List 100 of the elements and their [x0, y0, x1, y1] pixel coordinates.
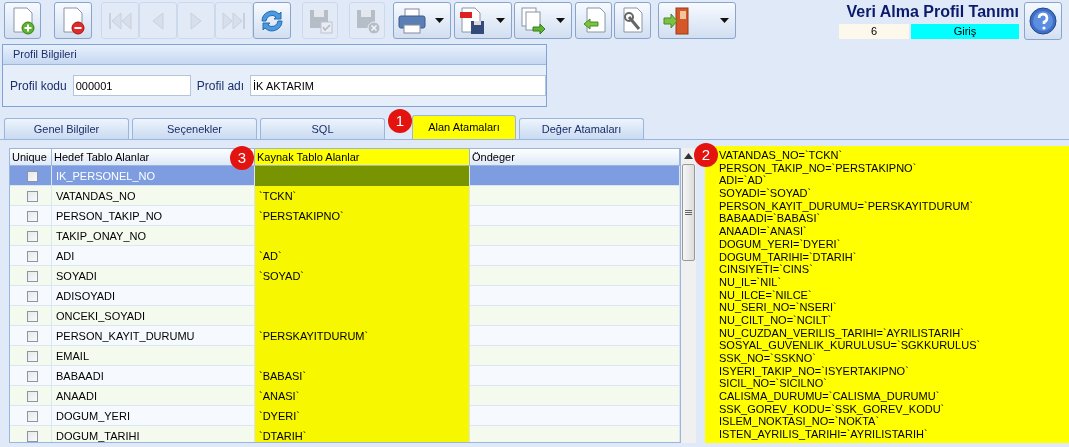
dropdown-caret-icon	[496, 18, 505, 23]
text-line: NU_ILCE=`NILCE`	[719, 288, 813, 302]
tab[interactable]: Değer Atamaları	[519, 118, 644, 139]
text-line: ANAADI=`ANASI`	[719, 225, 808, 238]
text-line: CALISMA_DURUMU=`CALISMA_DURUMU`	[719, 390, 941, 403]
text-line: VATANDAS_NO=`TCKN`	[719, 149, 844, 162]
toolbar-button[interactable]	[658, 2, 736, 39]
dropdown-caret-icon	[720, 18, 729, 23]
table-cell: `SOYAD`	[259, 270, 305, 282]
table-cell: SOYADI	[56, 270, 97, 282]
table-cell: PERSON_KAYIT_DURUMU	[56, 330, 195, 342]
table-cell: ONCEKI_SOYADI	[56, 310, 146, 322]
table-row[interactable]: PERSON_TAKIP_NO `PERSTAKIPNO`	[10, 206, 680, 226]
number-badge: 3	[230, 146, 254, 170]
number-badge: 1	[388, 109, 412, 133]
text-line: ADI=`AD`	[719, 174, 768, 188]
checkbox[interactable]	[27, 310, 38, 322]
table-row[interactable]: VATANDAS_NO `TCKN`	[10, 186, 680, 206]
table-cell: `DYERI`	[259, 410, 300, 422]
table-cell: EMAIL	[56, 350, 89, 362]
table-row[interactable]: DOGUM_YERI `DYERI`	[10, 406, 680, 426]
table-cell: `ANASI`	[259, 390, 300, 402]
text-line: ISTEN_AYRILIS_TARIHI=`AYRILISTARIH`	[719, 428, 929, 441]
table-cell: `AD`	[259, 250, 282, 262]
field-label: Profil adı	[196, 77, 245, 95]
column-header[interactable]: Kaynak Tablo Alanlar	[255, 149, 470, 165]
text-line: NU_CUZDAN_VERILIS_TARIHI=`AYRILISTARIH`	[719, 326, 965, 340]
toolbar-button[interactable]	[4, 2, 41, 39]
checkbox[interactable]	[27, 370, 38, 382]
table-cell: `PERSTAKIPNO`	[259, 210, 344, 222]
toolbar-button[interactable]	[614, 2, 651, 39]
number-badge: 2	[694, 143, 718, 167]
help-icon	[1028, 6, 1058, 36]
text-line: DOGUM_YERI=`DYERI`	[719, 237, 842, 251]
checkbox[interactable]	[27, 190, 38, 202]
table-cell: BABAADI	[56, 370, 104, 382]
text-line: SICIL_NO=`SICILNO`	[719, 377, 828, 391]
help-button[interactable]	[1024, 2, 1062, 40]
panel-title: Profil Bilgileri	[13, 47, 77, 63]
tab[interactable]: Seçenekler	[132, 118, 257, 139]
toolbar-button[interactable]	[54, 2, 92, 39]
text-line: PERSON_KAYIT_DURUMU=`PERSKAYITDURUM`	[719, 199, 975, 213]
table-cell: PERSON_TAKIP_NO	[56, 210, 163, 222]
checkbox[interactable]	[27, 330, 38, 342]
table-row[interactable]: EMAIL	[10, 346, 680, 366]
text-line: SOSYAL_GUVENLIK_KURULUSU=`SGKKURULUS`	[719, 339, 982, 352]
text-line: SOYADI=`SOYAD`	[719, 187, 813, 200]
checkbox[interactable]	[27, 410, 38, 422]
table-cell: `TCKN`	[259, 190, 297, 202]
table-row[interactable]: DOGUM_TARIHI `DTARIH`	[10, 426, 680, 442]
table-cell: DOGUM_YERI	[56, 410, 130, 422]
checkbox[interactable]	[27, 250, 38, 262]
checkbox[interactable]	[27, 390, 38, 402]
text-line: DOGUM_TARIHI=`DTARIH`	[719, 250, 858, 264]
text-line: CINSIYETI=`CINS`	[719, 263, 814, 276]
text-line: BABAADI=`BABASI`	[719, 212, 822, 226]
column-header[interactable]: Öndeger	[470, 149, 680, 165]
table-cell: VATANDAS_NO	[56, 190, 136, 202]
text-field[interactable]: 000001	[72, 75, 191, 96]
table-row[interactable]: BABAADI `BABASI`	[10, 366, 680, 386]
table-cell: `BABASI`	[259, 370, 307, 382]
text-field[interactable]: İK AKTARIM	[250, 75, 546, 96]
table-row[interactable]: SOYADI `SOYAD`	[10, 266, 680, 286]
checkbox[interactable]	[27, 430, 38, 442]
checkbox[interactable]	[27, 290, 38, 302]
checkbox[interactable]	[27, 350, 38, 362]
toolbar-button[interactable]	[393, 2, 451, 39]
tab[interactable]: Alan Atamaları	[412, 115, 516, 139]
mode-indicator: Giriş	[911, 24, 1019, 39]
table-row[interactable]: PERSON_KAYIT_DURUMU `PERSKAYITDURUM`	[10, 326, 680, 346]
text-line: ISLEM_NOKTASI_NO=`NOKTA`	[719, 415, 881, 429]
text-line: PERSON_TAKIP_NO=`PERSTAKIPNO`	[719, 161, 918, 175]
table-row[interactable]: TAKIP_ONAY_NO	[10, 226, 680, 246]
text-line: SSK_NO=`SSKNO`	[719, 352, 817, 365]
table-row[interactable]: ADISOYADI	[10, 286, 680, 306]
text-line: NU_CILT_NO=`NCILT`	[719, 313, 833, 327]
scrollbar[interactable]	[681, 148, 696, 443]
field-label: Profil kodu	[10, 77, 67, 95]
table-cell: `DTARIH`	[259, 430, 307, 442]
scroll-thumb[interactable]	[682, 164, 695, 261]
table-cell: ANAADI	[56, 390, 97, 402]
scroll-up-icon[interactable]	[684, 153, 693, 159]
text-line: NU_SERI_NO=`NSERI`	[719, 301, 838, 314]
grip-icon	[685, 210, 692, 215]
table-row[interactable]: ANAADI `ANASI`	[10, 386, 680, 406]
checkbox[interactable]	[27, 230, 38, 242]
checkbox[interactable]	[27, 170, 38, 182]
checkbox[interactable]	[27, 270, 38, 282]
checkbox[interactable]	[27, 210, 38, 222]
table-row[interactable]: ADI `AD`	[10, 246, 680, 266]
table-cell: ADI	[56, 250, 75, 262]
text-line: ISYERI_TAKIP_NO=`ISYERTAKIPNO`	[719, 364, 910, 378]
column-header[interactable]: Unique	[10, 149, 52, 165]
tab[interactable]: SQL	[260, 118, 385, 139]
table-row[interactable]: ONCEKI_SOYADI	[10, 306, 680, 326]
text-line: SSK_GOREV_KODU=`SSK_GOREV_KODU`	[719, 402, 946, 416]
toolbar-button[interactable]	[454, 2, 512, 39]
tab[interactable]: Genel Bilgiler	[4, 118, 129, 139]
toolbar-button[interactable]	[253, 2, 291, 39]
dropdown-caret-icon	[556, 18, 565, 23]
